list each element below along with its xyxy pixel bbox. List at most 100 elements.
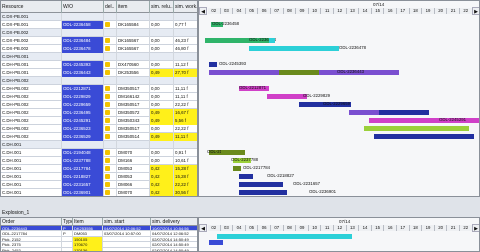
cell-del: [104, 77, 117, 85]
gantt-day: 22: [460, 8, 473, 14]
table-row[interactable]: C.DH-PB.002 ODL-2236529 DM350514 0,49 11,11 …: [1, 133, 197, 141]
gantt-day: 07: [271, 8, 284, 14]
table-row[interactable]: C.DH-PB.002 ODL-2236495 DM350572 0,49 16,67 …: [1, 109, 197, 117]
table-row[interactable]: Pick. 2453 170136 02/07/2014 14:50:49: [1, 247, 197, 251]
gantt-bar-label: ODL-2236458: [212, 21, 239, 26]
cell-del: [104, 125, 117, 133]
table-row[interactable]: C.DH.001 ODL-2237788 DM166 0,00 10,61 f: [1, 157, 197, 165]
cell-work: 10,61 f: [174, 157, 197, 165]
table-row[interactable]: C.DH-PB.002 ODL-2229659 DM350517 0,00 22,22 …: [1, 101, 197, 109]
table-row[interactable]: C.DH-PB.002 ODL-2245291 DM350343 0,49 5,56 f: [1, 117, 197, 125]
table-row[interactable]: C.DX-PB.002 ODL-2236478 DK165567 0,00 46,80 …: [1, 45, 197, 53]
table-row[interactable]: C.DH.001 ODL-2236901 DM070 0,42 30,56 f: [1, 189, 197, 196]
gantt-bar[interactable]: [269, 38, 275, 43]
cell-res: C.DH-PB.002: [1, 77, 62, 85]
table-row[interactable]: C.DH.001 ODL-2217784 DM053 0,42 15,28 f: [1, 165, 197, 173]
table-row[interactable]: C.DH.001 ODL-2194048 DM070 0,00 0,91 f: [1, 149, 197, 157]
warning-icon: [105, 70, 110, 75]
scroll-left-icon[interactable]: ◀: [199, 7, 207, 15]
table-row[interactable]: C.DX-PB.001 ODL-2236458 DK165584 0,00 0,77 f: [1, 21, 197, 29]
scroll-left-icon[interactable]: ◀: [199, 224, 207, 232]
gantt-bar[interactable]: [364, 126, 469, 131]
table-row[interactable]: C.DH.001 ODL-2231657 DM066 0,42 22,22 f: [1, 181, 197, 189]
gantt-bar[interactable]: [267, 94, 307, 99]
gantt-day: 02: [208, 225, 221, 231]
gantt-day: 07: [271, 225, 284, 231]
group-row[interactable]: C.DH-PB.001: [1, 53, 197, 61]
gantt-bar[interactable]: [239, 174, 253, 179]
cell-wo: [62, 141, 104, 149]
col-item[interactable]: Item: [73, 218, 103, 226]
group-row[interactable]: C.DX-PB.002: [1, 29, 197, 37]
table-row[interactable]: C.DH-PB.001 ODL-2236443 DK253556 0,49 27,70 …: [1, 69, 197, 77]
cell-item: DM166142: [117, 93, 150, 101]
scroll-right-icon[interactable]: ▶: [472, 224, 479, 232]
gantt-bar[interactable]: [233, 166, 241, 171]
col-sim-start[interactable]: sim. start: [103, 218, 151, 226]
gantt-bar[interactable]: [221, 150, 245, 155]
gantt-bar[interactable]: [379, 110, 429, 115]
cell-res: C.DH.001: [1, 189, 62, 196]
cell-wo: ODL-2212871: [62, 85, 104, 93]
scroll-right-icon[interactable]: ▶: [472, 7, 479, 15]
cell-work: 22,22 f: [174, 181, 197, 189]
gantt-day: 10: [308, 225, 322, 231]
cell-wo: ODL-2236901: [62, 189, 104, 196]
cell-res: C.DX-PB.002: [1, 45, 62, 53]
cell-work: 15,28 f: [174, 165, 197, 173]
cell-work: 0,91 f: [174, 149, 197, 157]
table-row[interactable]: C.DH-PB.001 ODL-2245393 DX470560 0,00 11,12 …: [1, 61, 197, 69]
col-del[interactable]: del..: [104, 1, 117, 13]
gantt-bar[interactable]: [239, 182, 283, 187]
gantt-bar[interactable]: [239, 190, 287, 195]
gantt-bar[interactable]: [217, 234, 352, 239]
gantt-bar[interactable]: [374, 134, 474, 139]
cell-rel: 0,00: [150, 125, 174, 133]
table-row[interactable]: C.DH.001 ODL-2218827 DM053 0,42 15,28 f: [1, 173, 197, 181]
col-type[interactable]: Type: [62, 218, 73, 226]
gantt-bar[interactable]: [209, 62, 217, 67]
warning-icon: [105, 190, 110, 195]
table-row[interactable]: C.DX-PB.002 ODL-2236484 DK165567 0,00 46,23 …: [1, 37, 197, 45]
col-order[interactable]: Order: [1, 218, 62, 226]
gantt-day: 05: [245, 8, 259, 14]
cell-work: 16,67 f: [174, 109, 197, 117]
cell-rel: 0,00: [150, 85, 174, 93]
gantt-day: 15: [371, 8, 385, 14]
col-resource[interactable]: Resource: [1, 1, 62, 13]
splitter[interactable]: [0, 197, 480, 217]
table-row[interactable]: C.DH-PB.002 ODL-2236523 DM350517 0,00 22,22 …: [1, 125, 197, 133]
gantt-day: 18: [409, 8, 423, 14]
resource-grid: Resource W/O del.. item sim. relu... sim…: [0, 0, 198, 197]
cell-res: C.DH-PB.002: [1, 101, 62, 109]
col-sim-work[interactable]: sim. work...: [174, 1, 197, 13]
cell-item: DM350517: [117, 101, 150, 109]
gantt-day: 06: [258, 8, 271, 14]
col-item[interactable]: item: [117, 1, 150, 13]
gantt-day: 13: [346, 225, 360, 231]
cell-work: 5,56 f: [174, 117, 197, 125]
col-sim-delivery[interactable]: sim. delivery: [151, 218, 197, 226]
group-row[interactable]: C.DH.001: [1, 141, 197, 149]
cell-del: [104, 29, 117, 37]
group-row[interactable]: C.DH-PB.002: [1, 77, 197, 85]
gantt-bar-label: ODL-2229829: [303, 93, 330, 98]
cell-work: 11,11 f: [174, 85, 197, 93]
cell-wo: [62, 29, 104, 37]
gantt-bar[interactable]: [279, 70, 319, 75]
col-wo[interactable]: W/O: [62, 1, 104, 13]
gantt-day: 15: [371, 225, 385, 231]
gantt-day: 16: [384, 8, 397, 14]
col-sim-rel[interactable]: sim. relu...: [150, 1, 174, 13]
table-row[interactable]: C.DH-PB.002 ODL-2229829 DM166142 0,00 11,11 …: [1, 93, 197, 101]
gantt-bar[interactable]: [209, 240, 223, 245]
cell-del: [104, 45, 117, 53]
cell-item: [117, 13, 150, 21]
table-row[interactable]: C.DH-PB.002 ODL-2212871 DM350517 0,00 11,11 …: [1, 85, 197, 93]
gantt-bar[interactable]: [249, 46, 339, 51]
warning-icon: [105, 134, 110, 139]
cell-work: 46,80 f: [174, 45, 197, 53]
gantt-day: 09: [296, 8, 309, 14]
cell-wo: ODL-2236495: [62, 109, 104, 117]
group-row[interactable]: C.DX-PB.001: [1, 13, 197, 21]
